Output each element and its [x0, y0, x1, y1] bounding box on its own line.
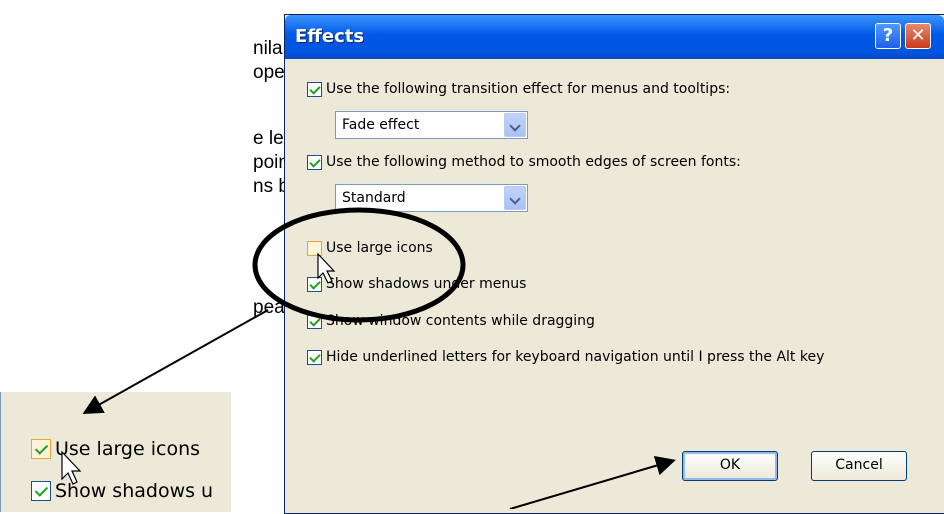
arrow-to-ok	[509, 455, 676, 509]
annotation-overlay	[61, 207, 676, 509]
cursor-arrow-icon	[317, 252, 336, 284]
arrow-to-inset	[82, 309, 269, 414]
highlight-circle	[252, 207, 466, 323]
cursor-arrow-icon	[61, 450, 82, 485]
